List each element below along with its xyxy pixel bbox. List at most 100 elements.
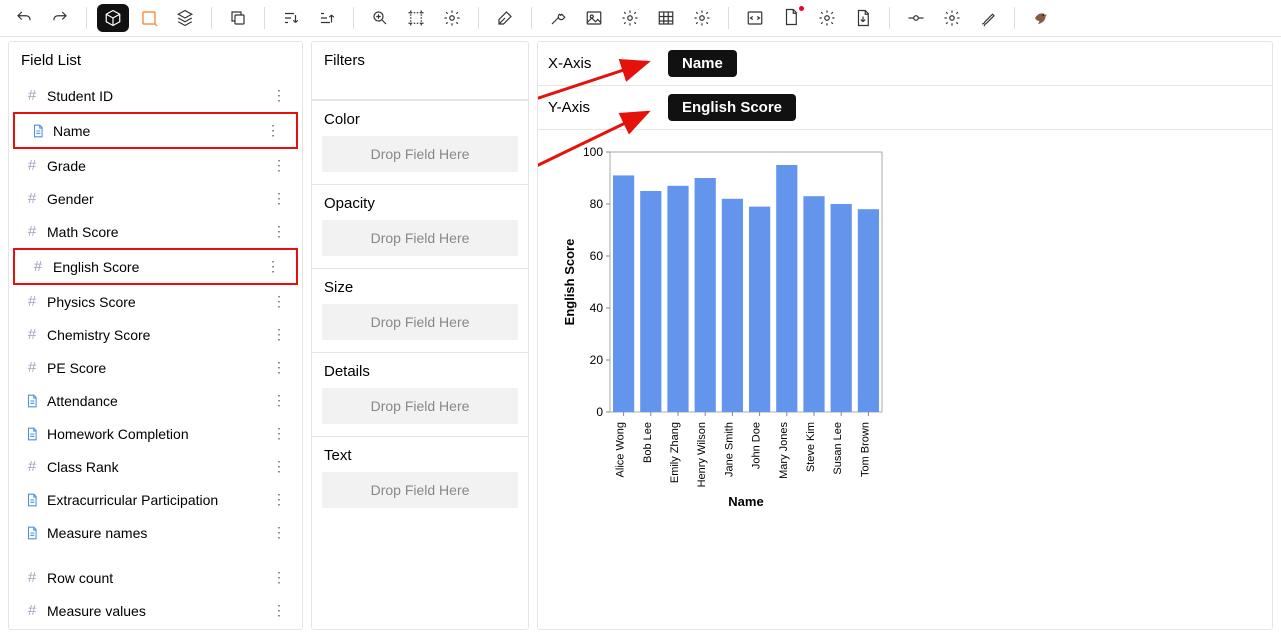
field-item[interactable]: Measure names⋮ — [9, 516, 302, 549]
field-item[interactable]: #Chemistry Score⋮ — [9, 318, 302, 351]
field-label: Class Rank — [47, 459, 266, 475]
field-item[interactable]: #Row count⋮ — [9, 561, 302, 594]
svg-text:80: 80 — [590, 197, 604, 211]
field-list-panel: Field List #Student ID⋮Name⋮#Grade⋮#Gend… — [8, 41, 303, 630]
field-item[interactable]: #Math Score⋮ — [9, 215, 302, 248]
field-item[interactable]: #Class Rank⋮ — [9, 450, 302, 483]
export-button[interactable] — [847, 4, 879, 32]
x-axis-chip[interactable]: Name — [668, 50, 737, 77]
more-icon[interactable]: ⋮ — [266, 489, 292, 510]
more-icon[interactable]: ⋮ — [266, 600, 292, 621]
zoom-button[interactable] — [364, 4, 396, 32]
bird-icon[interactable] — [1025, 4, 1057, 32]
svg-text:Tom Brown: Tom Brown — [859, 422, 871, 477]
field-item[interactable]: Homework Completion⋮ — [9, 417, 302, 450]
more-icon[interactable]: ⋮ — [266, 291, 292, 312]
opacity-drop-target[interactable]: Drop Field Here — [322, 220, 518, 256]
more-icon[interactable]: ⋮ — [260, 120, 286, 141]
resize-button[interactable] — [400, 4, 432, 32]
cube-button[interactable] — [97, 4, 129, 32]
filters-shelf[interactable]: Filters — [312, 42, 528, 100]
document-icon — [23, 394, 41, 408]
more-icon[interactable]: ⋮ — [266, 390, 292, 411]
field-label: Name — [53, 123, 260, 139]
field-label: Grade — [47, 158, 266, 174]
paint-button[interactable] — [489, 4, 521, 32]
field-label: Math Score — [47, 224, 266, 240]
hash-icon: # — [29, 258, 47, 275]
details-drop-target[interactable]: Drop Field Here — [322, 388, 518, 424]
field-list-title: Field List — [9, 42, 302, 79]
y-axis-label: Y-Axis — [548, 99, 668, 116]
svg-text:John Doe: John Doe — [751, 422, 763, 469]
details-shelf: Details Drop Field Here — [312, 352, 528, 424]
field-item[interactable]: Attendance⋮ — [9, 384, 302, 417]
settings-1-button[interactable] — [436, 4, 468, 32]
document-icon — [29, 124, 47, 138]
sort-desc-button[interactable] — [275, 4, 307, 32]
color-drop-target[interactable]: Drop Field Here — [322, 136, 518, 172]
field-label: Extracurricular Participation — [47, 492, 266, 508]
wrench-button[interactable] — [542, 4, 574, 32]
hash-icon: # — [23, 359, 41, 376]
toolbar-divider — [353, 7, 354, 29]
redo-button[interactable] — [44, 4, 76, 32]
svg-text:English Score: English Score — [562, 239, 577, 326]
field-item[interactable]: #Measure values⋮ — [9, 594, 302, 627]
more-icon[interactable]: ⋮ — [266, 423, 292, 444]
toolbar-divider — [264, 7, 265, 29]
field-item[interactable]: Name⋮ — [13, 112, 298, 149]
field-item[interactable]: Extracurricular Participation⋮ — [9, 483, 302, 516]
rectangle-button[interactable] — [133, 4, 165, 32]
toolbar — [0, 0, 1281, 37]
field-item[interactable]: #Student ID⋮ — [9, 79, 302, 112]
svg-text:100: 100 — [583, 145, 603, 159]
more-icon[interactable]: ⋮ — [266, 324, 292, 345]
more-icon[interactable]: ⋮ — [260, 256, 286, 277]
settings-3-button[interactable] — [686, 4, 718, 32]
svg-text:Steve Kim: Steve Kim — [805, 422, 817, 472]
undo-button[interactable] — [8, 4, 40, 32]
x-axis-shelf[interactable]: X-Axis Name — [538, 42, 1272, 86]
brush-button[interactable] — [972, 4, 1004, 32]
field-label: PE Score — [47, 360, 266, 376]
more-icon[interactable]: ⋮ — [266, 567, 292, 588]
field-item[interactable]: #Grade⋮ — [9, 149, 302, 182]
svg-text:60: 60 — [590, 249, 604, 263]
image-button[interactable] — [578, 4, 610, 32]
field-item[interactable]: #English Score⋮ — [13, 248, 298, 285]
svg-text:Emily Zhang: Emily Zhang — [669, 422, 681, 483]
size-shelf-label: Size — [312, 269, 528, 304]
field-item[interactable]: # PE Score⋮ — [9, 351, 302, 384]
code-button[interactable] — [739, 4, 771, 32]
more-icon[interactable]: ⋮ — [266, 188, 292, 209]
layers-button[interactable] — [169, 4, 201, 32]
settings-2-button[interactable] — [614, 4, 646, 32]
color-shelf: Color Drop Field Here — [312, 100, 528, 172]
more-icon[interactable]: ⋮ — [266, 155, 292, 176]
svg-text:40: 40 — [590, 301, 604, 315]
text-shelf-label: Text — [312, 437, 528, 472]
y-axis-chip[interactable]: English Score — [668, 94, 796, 121]
size-drop-target[interactable]: Drop Field Here — [322, 304, 518, 340]
more-icon[interactable]: ⋮ — [266, 85, 292, 106]
more-icon[interactable]: ⋮ — [266, 456, 292, 477]
text-drop-target[interactable]: Drop Field Here — [322, 472, 518, 508]
settings-5-button[interactable] — [936, 4, 968, 32]
sort-asc-button[interactable] — [311, 4, 343, 32]
more-icon[interactable]: ⋮ — [266, 522, 292, 543]
more-icon[interactable]: ⋮ — [266, 221, 292, 242]
svg-text:20: 20 — [590, 353, 604, 367]
copy-button[interactable] — [222, 4, 254, 32]
table-button[interactable] — [650, 4, 682, 32]
y-axis-shelf[interactable]: Y-Axis English Score — [538, 86, 1272, 130]
commit-button[interactable] — [900, 4, 932, 32]
more-icon[interactable]: ⋮ — [266, 357, 292, 378]
field-item[interactable]: #Gender⋮ — [9, 182, 302, 215]
document-button[interactable] — [775, 4, 807, 32]
field-label: Student ID — [47, 88, 266, 104]
hash-icon: # — [23, 190, 41, 207]
settings-4-button[interactable] — [811, 4, 843, 32]
hash-icon: # — [23, 569, 41, 586]
field-item[interactable]: #Physics Score⋮ — [9, 285, 302, 318]
